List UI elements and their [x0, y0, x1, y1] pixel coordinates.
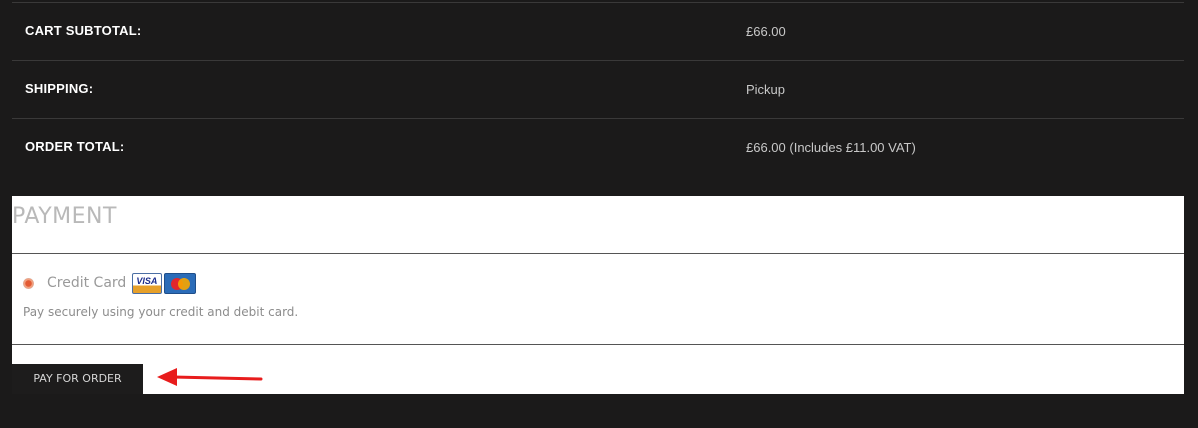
pay-for-order-button[interactable]: PAY FOR ORDER: [12, 364, 143, 394]
annotation-arrow-icon: [157, 368, 263, 386]
cart-subtotal-label: CART SUBTOTAL:: [25, 23, 142, 38]
credit-card-description: Pay securely using your credit and debit…: [23, 305, 299, 319]
mastercard-icon: [164, 272, 197, 294]
order-totals-table: CART SUBTOTAL: £66.00 SHIPPING: Pickup O…: [12, 2, 1184, 176]
totals-row-order-total: ORDER TOTAL: £66.00 (Includes £11.00 VAT…: [12, 119, 1184, 176]
visa-logo-text: VISA: [136, 275, 158, 286]
mastercard-yellow-circle: [178, 277, 191, 290]
shipping-label: SHIPPING:: [25, 81, 94, 96]
payment-divider-top: [12, 253, 1184, 254]
cart-subtotal-value: £66.00: [746, 24, 786, 39]
credit-card-label[interactable]: Credit Card: [47, 275, 126, 291]
payment-method-credit-card[interactable]: Credit Card VISA: [23, 270, 198, 296]
payment-panel: PAYMENT Credit Card VISA Pay securely us…: [12, 196, 1184, 394]
totals-row-cart-subtotal: CART SUBTOTAL: £66.00: [12, 3, 1184, 61]
order-total-value: £66.00 (Includes £11.00 VAT): [746, 140, 916, 155]
visa-card-icon: VISA: [132, 272, 163, 294]
order-total-label: ORDER TOTAL:: [25, 139, 125, 154]
checkout-page: CART SUBTOTAL: £66.00 SHIPPING: Pickup O…: [0, 0, 1198, 428]
totals-row-shipping: SHIPPING: Pickup: [12, 61, 1184, 119]
shipping-value: Pickup: [746, 82, 786, 97]
payment-heading: PAYMENT: [12, 204, 117, 229]
payment-divider-bottom: [12, 344, 1184, 345]
credit-card-radio[interactable]: [23, 277, 34, 289]
